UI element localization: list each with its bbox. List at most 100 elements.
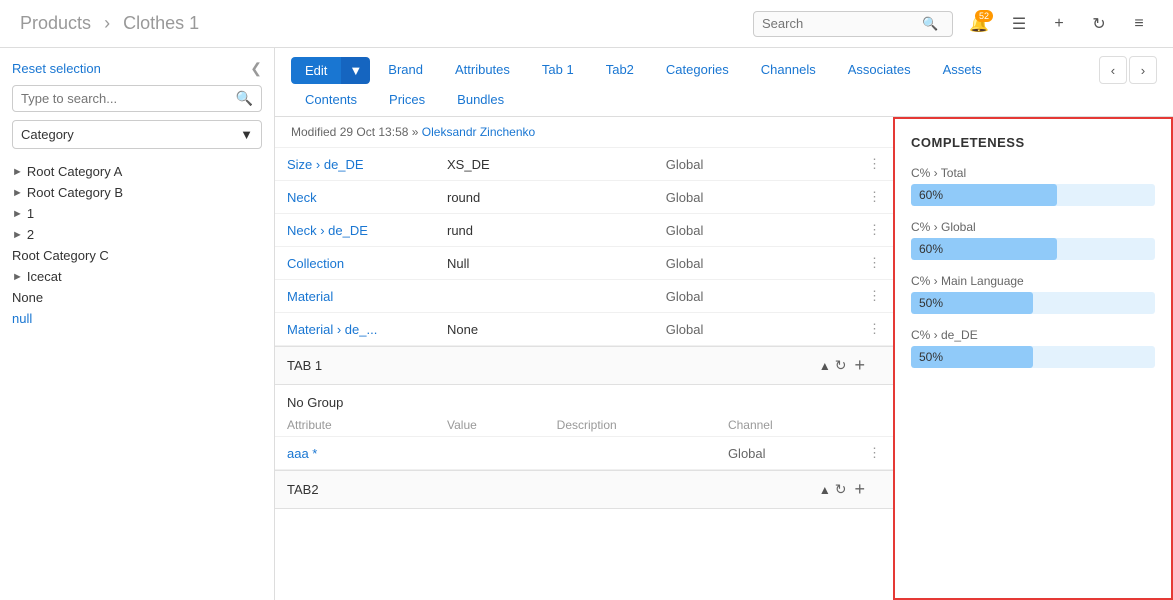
completeness-label-main-lang: C% › Main Language <box>911 274 1155 288</box>
tree-item-icecat[interactable]: ► Icecat <box>0 266 274 287</box>
attr-name[interactable]: Neck <box>275 181 435 214</box>
attributes-table: Size › de_DE XS_DE Global ⋮ Neck round G… <box>275 148 893 346</box>
breadcrumb-clothes: Clothes 1 <box>123 13 199 33</box>
progress-bar-bg-global: 60% <box>911 238 1155 260</box>
header-icons: 🔔 52 ☰ + ↻ ≡ <box>961 6 1157 42</box>
list-view-button[interactable]: ☰ <box>1001 6 1037 42</box>
table-row: aaa * Global ⋮ <box>275 437 893 470</box>
add-icon[interactable]: + <box>854 479 865 500</box>
tree-chevron: ► <box>12 187 23 199</box>
tab-associates[interactable]: Associates <box>834 56 925 85</box>
tree-item-root-b[interactable]: ► Root Category B <box>0 182 274 203</box>
tree-chevron: ► <box>12 271 23 283</box>
attr-value: None <box>435 313 654 346</box>
attr-menu-icon[interactable]: ⋮ <box>856 181 893 214</box>
tab-categories[interactable]: Categories <box>652 56 743 85</box>
attr-menu-icon[interactable]: ⋮ <box>856 247 893 280</box>
menu-button[interactable]: ≡ <box>1121 6 1157 42</box>
attr-menu-icon[interactable]: ⋮ <box>856 148 893 181</box>
modified-user[interactable]: Oleksandr Zinchenko <box>422 125 535 139</box>
search-input[interactable] <box>762 16 922 31</box>
edit-dropdown-button[interactable]: ▼ <box>341 57 370 84</box>
table-row: Collection Null Global ⋮ <box>275 247 893 280</box>
tab2-section-header: TAB2 ▲ ↻ + <box>275 470 893 509</box>
tab1-title: TAB 1 <box>287 358 819 373</box>
tree-item-1[interactable]: ► 1 <box>0 203 274 224</box>
attr-value <box>435 437 545 470</box>
sidebar-search-input[interactable] <box>21 91 236 106</box>
attr-scope: Global <box>654 214 856 247</box>
tree-chevron: ► <box>12 229 23 241</box>
attr-value: round <box>435 181 654 214</box>
attr-menu-icon[interactable]: ⋮ <box>856 214 893 247</box>
attr-menu-icon[interactable]: ⋮ <box>856 437 893 470</box>
main-content: Modified 29 Oct 13:58 » Oleksandr Zinche… <box>275 117 1173 600</box>
tab-bundles[interactable]: Bundles <box>443 86 518 115</box>
tab-tab2[interactable]: Tab2 <box>592 56 648 85</box>
refresh-icon[interactable]: ↻ <box>835 481 847 498</box>
attr-name[interactable]: Material › de_... <box>275 313 435 346</box>
tab-brand[interactable]: Brand <box>374 56 437 85</box>
attr-name[interactable]: aaa * <box>275 437 435 470</box>
progress-bar-bg-main-lang: 50% <box>911 292 1155 314</box>
tab-channels[interactable]: Channels <box>747 56 830 85</box>
tab-contents[interactable]: Contents <box>291 86 371 115</box>
attr-scope: Global <box>654 280 856 313</box>
table-row: Neck › de_DE rund Global ⋮ <box>275 214 893 247</box>
attr-name[interactable]: Size › de_DE <box>275 148 435 181</box>
page-title: Products › Clothes 1 <box>16 13 753 34</box>
tab-tab1[interactable]: Tab 1 <box>528 56 588 85</box>
sidebar: Reset selection ❮ 🔍 Category ▼ ► Root Ca… <box>0 48 275 600</box>
progress-bar-text-main-lang: 50% <box>919 296 943 310</box>
modified-section: Modified 29 Oct 13:58 » Oleksandr Zinche… <box>275 117 893 148</box>
history-button[interactable]: ↻ <box>1081 6 1117 42</box>
modified-arrow: » <box>412 125 419 139</box>
search-bar[interactable]: 🔍 <box>753 11 953 37</box>
attr-menu-icon[interactable]: ⋮ <box>856 280 893 313</box>
completeness-panel: COMPLETENESS C% › Total 60% C% › Global … <box>893 117 1173 600</box>
tabs-row-2: Contents Prices Bundles <box>291 84 1157 116</box>
breadcrumb-products[interactable]: Products <box>20 13 91 33</box>
tab-prices[interactable]: Prices <box>375 86 439 115</box>
search-icon[interactable]: 🔍 <box>922 16 938 32</box>
category-dropdown-label: Category <box>21 127 74 142</box>
attr-name[interactable]: Material <box>275 280 435 313</box>
modified-label: Modified <box>291 125 336 139</box>
attr-menu-icon[interactable]: ⋮ <box>856 313 893 346</box>
tree-chevron: ► <box>12 208 23 220</box>
attr-name[interactable]: Collection <box>275 247 435 280</box>
col-attribute: Attribute <box>275 414 435 437</box>
sidebar-search-icon[interactable]: 🔍 <box>236 90 253 107</box>
collapse-icon[interactable]: ❮ <box>250 60 262 77</box>
progress-bar-bg-total: 60% <box>911 184 1155 206</box>
add-icon[interactable]: + <box>854 355 865 376</box>
reset-selection-link[interactable]: Reset selection <box>12 61 101 76</box>
main-layout: Reset selection ❮ 🔍 Category ▼ ► Root Ca… <box>0 48 1173 600</box>
tab-assets[interactable]: Assets <box>929 56 996 85</box>
attr-scope: Global <box>654 181 856 214</box>
tree-item-2[interactable]: ► 2 <box>0 224 274 245</box>
tab1-attributes-table: Attribute Value Description Channel aaa … <box>275 414 893 470</box>
tree-item-root-a[interactable]: ► Root Category A <box>0 161 274 182</box>
notifications-button[interactable]: 🔔 52 <box>961 6 997 42</box>
tab-attributes[interactable]: Attributes <box>441 56 524 85</box>
nav-next-button[interactable]: › <box>1129 56 1157 84</box>
attr-name[interactable]: Neck › de_DE <box>275 214 435 247</box>
tree-item-null[interactable]: null <box>0 308 274 329</box>
sidebar-search-box[interactable]: 🔍 <box>12 85 262 112</box>
table-row: Neck round Global ⋮ <box>275 181 893 214</box>
progress-bar-text-de-de: 50% <box>919 350 943 364</box>
table-row: Material › de_... None Global ⋮ <box>275 313 893 346</box>
progress-bar-text-total: 60% <box>919 188 943 202</box>
category-dropdown[interactable]: Category ▼ <box>12 120 262 149</box>
edit-button[interactable]: Edit <box>291 57 341 84</box>
nav-prev-button[interactable]: ‹ <box>1099 56 1127 84</box>
attr-channel: Global <box>716 437 856 470</box>
attr-value: rund <box>435 214 654 247</box>
add-button[interactable]: + <box>1041 6 1077 42</box>
refresh-icon[interactable]: ↻ <box>835 357 847 374</box>
attr-description <box>545 437 716 470</box>
progress-bar-bg-de-de: 50% <box>911 346 1155 368</box>
table-header-row: Attribute Value Description Channel <box>275 414 893 437</box>
completeness-main-lang: C% › Main Language 50% <box>911 274 1155 314</box>
